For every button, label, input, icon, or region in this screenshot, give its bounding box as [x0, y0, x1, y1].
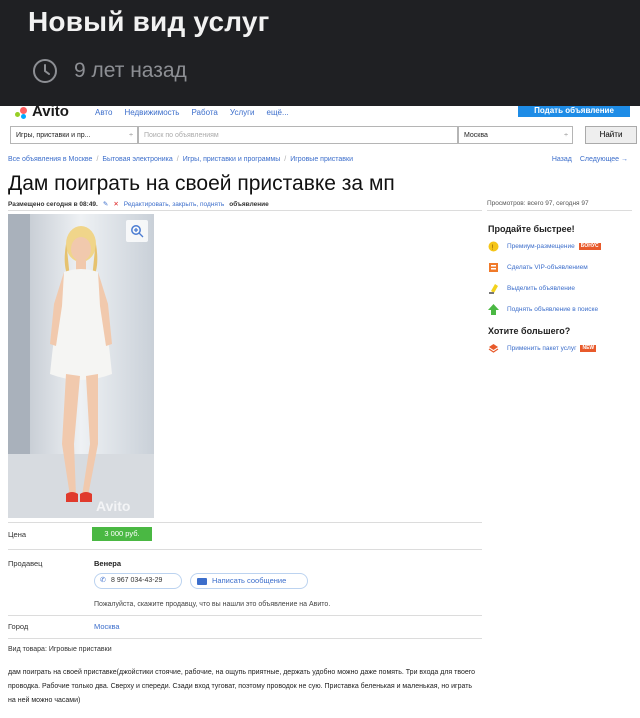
seller-label: Продавец: [8, 559, 43, 568]
clock-icon: [33, 59, 57, 83]
city-select-value: Москва: [464, 132, 488, 139]
item-type: Вид товара: Игровые приставки: [8, 646, 112, 653]
zoom-icon[interactable]: [126, 220, 148, 242]
city-select[interactable]: Москва ÷: [458, 126, 573, 144]
highlighter-icon: [488, 283, 499, 294]
make-vip-label: Сделать VIP-объявлением: [507, 264, 588, 271]
nav-realty[interactable]: Недвижимость: [124, 108, 179, 117]
write-message-label: Написать сообщение: [212, 576, 287, 585]
breadcrumb-item[interactable]: Игры, приставки и программы: [183, 156, 281, 163]
divider: [8, 549, 482, 550]
premium-placement-link[interactable]: ! Премиум-размещение БОНУС: [488, 241, 638, 252]
pencil-icon: ✎: [102, 201, 109, 208]
back-link[interactable]: Назад: [552, 156, 572, 163]
svg-text:!: !: [492, 245, 494, 252]
divider: [487, 210, 632, 211]
search-input[interactable]: Поиск по объявлениям: [138, 126, 458, 144]
divider: [8, 638, 482, 639]
ad-edit-links[interactable]: Редактировать, закрыть, поднять: [124, 201, 224, 208]
chevron-down-icon: ÷: [129, 132, 133, 139]
phone-button[interactable]: ✆ 8 967 034-43-29: [94, 573, 182, 589]
divider: [8, 522, 482, 523]
breadcrumb-item[interactable]: Все объявления в Москве: [8, 156, 92, 163]
ad-posted: Размещено сегодня в 08:49.: [8, 200, 98, 208]
bonus-badge: БОНУС: [578, 243, 601, 250]
search-button[interactable]: Найти: [585, 126, 637, 144]
post-timestamp: 9 лет назад: [32, 58, 187, 84]
logo-text: Avito: [32, 106, 69, 120]
raise-ad-link[interactable]: Поднять объявление в поиске: [488, 304, 638, 315]
premium-placement-label: Премиум-размещение: [507, 243, 575, 250]
phone-number: 8 967 034-43-29: [111, 577, 163, 584]
ad-navigation: Назад Следующее →: [552, 156, 628, 163]
category-select[interactable]: Игры, приставки и пр... ÷: [10, 126, 138, 144]
post-header: Новый вид услуг 9 лет назад: [0, 0, 640, 106]
seller-hint: Пожалуйста, скажите продавцу, что вы наш…: [94, 601, 331, 608]
avito-logo[interactable]: Avito: [15, 106, 69, 120]
next-link[interactable]: Следующее →: [580, 156, 628, 163]
chevron-down-icon: ÷: [564, 132, 568, 139]
highlight-ad-label: Выделить объявление: [507, 285, 576, 292]
site-topbar: Avito Авто Недвижимость Работа Услуги ещ…: [0, 106, 640, 120]
arrow-up-icon: [488, 304, 499, 315]
post-time-text: 9 лет назад: [74, 59, 187, 82]
view-count: Просмотров: всего 97, сегодня 97: [487, 200, 589, 207]
close-icon: ✕: [113, 201, 119, 208]
apply-package-link[interactable]: Применить пакет услуг NEW: [488, 344, 638, 353]
top-nav: Авто Недвижимость Работа Услуги ещё...: [95, 108, 289, 117]
phone-icon: ✆: [100, 577, 106, 584]
raise-ad-label: Поднять объявление в поиске: [507, 306, 599, 313]
package-icon: [488, 343, 499, 354]
breadcrumb: Все объявления в Москве / Бытовая электро…: [8, 156, 353, 163]
logo-dots-icon: [15, 106, 29, 119]
nav-jobs[interactable]: Работа: [191, 108, 217, 117]
write-message-button[interactable]: Написать сообщение: [190, 573, 308, 589]
promo-sidebar: Продайте быстрее! ! Премиум-размещение Б…: [488, 224, 638, 365]
price-value: 3 000 руб.: [92, 527, 152, 541]
city-label: Город: [8, 622, 29, 631]
sell-faster-title: Продайте быстрее!: [488, 224, 575, 234]
ad-actions-suffix: объявление: [229, 200, 269, 208]
ad-photo[interactable]: Avito: [8, 214, 154, 518]
breadcrumb-item[interactable]: Игровые приставки: [290, 156, 353, 163]
nav-services[interactable]: Услуги: [230, 108, 255, 117]
seller-name[interactable]: Венера: [94, 559, 121, 568]
nav-more[interactable]: ещё...: [267, 108, 289, 117]
post-ad-button[interactable]: Подать объявление: [518, 106, 630, 117]
divider: [8, 210, 482, 211]
make-vip-link[interactable]: Сделать VIP-объявлением: [488, 263, 638, 272]
apply-package-label: Применить пакет услуг: [507, 345, 577, 352]
highlight-ad-link[interactable]: Выделить объявление: [488, 283, 638, 294]
post-title: Новый вид услуг: [28, 6, 270, 37]
new-badge: NEW: [580, 345, 597, 352]
coin-icon: !: [488, 241, 499, 252]
search-row: Игры, приставки и пр... ÷ Поиск по объяв…: [10, 126, 637, 146]
ad-title: Дам поиграть на своей приставке за мп: [8, 172, 395, 195]
city-value[interactable]: Москва: [94, 622, 120, 631]
envelope-icon: [197, 578, 207, 585]
vip-icon: [488, 262, 499, 273]
category-select-value: Игры, приставки и пр...: [16, 132, 91, 139]
photo-illustration: [8, 214, 154, 518]
divider: [8, 615, 482, 616]
nav-auto[interactable]: Авто: [95, 108, 112, 117]
want-more-title: Хотите большего?: [488, 326, 571, 336]
ad-description: дам поиграть на своей приставке(джойстик…: [8, 669, 476, 704]
avito-screenshot: Avito Авто Недвижимость Работа Услуги ещ…: [0, 106, 640, 718]
breadcrumb-item[interactable]: Бытовая электроника: [102, 156, 172, 163]
photo-watermark: Avito: [96, 498, 131, 514]
price-label: Цена: [8, 530, 27, 539]
ad-meta: Размещено сегодня в 08:49. ✎ ✕ Редактиро…: [8, 200, 269, 209]
